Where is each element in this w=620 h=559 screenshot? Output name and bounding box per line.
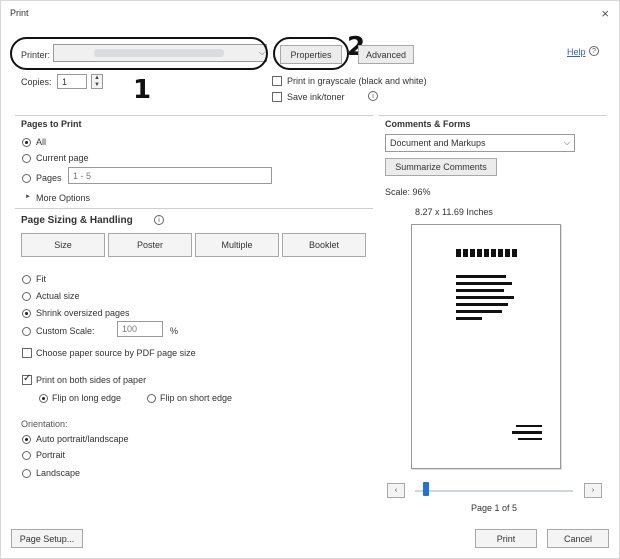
info-icon[interactable]: i: [368, 91, 378, 101]
portrait-radio[interactable]: [22, 451, 31, 460]
flip-long-edge-label: Flip on long edge: [52, 393, 122, 403]
cancel-button[interactable]: Cancel: [547, 529, 609, 548]
poster-button[interactable]: Poster: [108, 233, 192, 257]
stepper-down-icon[interactable]: ▼: [92, 82, 102, 89]
next-page-button[interactable]: ›: [584, 483, 602, 498]
window-title: Print: [10, 8, 29, 18]
flip-short-edge-radio[interactable]: [147, 394, 156, 403]
portrait-label: Portrait: [36, 450, 66, 460]
auto-orientation-label: Auto portrait/landscape: [36, 434, 129, 444]
copies-input[interactable]: 1: [57, 74, 87, 89]
page-sizing-heading: Page Sizing & Handling: [21, 215, 133, 226]
pages-range-input[interactable]: 1 - 5: [68, 167, 272, 184]
fit-label: Fit: [36, 274, 46, 284]
both-sides-checkbox[interactable]: [22, 373, 32, 385]
page-preview: [411, 224, 561, 469]
landscape-label: Landscape: [36, 468, 81, 478]
previous-page-button[interactable]: ‹: [387, 483, 405, 498]
info-icon[interactable]: i: [154, 215, 164, 225]
triangle-right-icon[interactable]: ►: [25, 194, 31, 200]
scale-readout: Scale: 96%: [385, 187, 431, 197]
preview-text-block: [456, 275, 506, 278]
paper-source-label: Choose paper source by PDF page size: [36, 348, 196, 358]
chevron-left-icon: ‹: [394, 487, 398, 494]
page-slider-thumb[interactable]: [422, 482, 429, 496]
comments-forms-value: Document and Markups: [390, 138, 486, 148]
shrink-oversized-label: Shrink oversized pages: [36, 308, 130, 318]
page-setup-button[interactable]: Page Setup...: [11, 529, 83, 548]
print-button[interactable]: Print: [475, 529, 537, 548]
help-link[interactable]: Help: [567, 47, 586, 57]
save-ink-label: Save ink/toner: [287, 92, 345, 102]
copies-label: Copies:: [21, 77, 52, 87]
section-divider: [379, 115, 607, 116]
advanced-button[interactable]: Advanced: [358, 45, 414, 64]
title-bar: Print ×: [1, 1, 620, 29]
custom-scale-radio[interactable]: [22, 327, 31, 336]
save-ink-checkbox[interactable]: [272, 92, 282, 102]
page-indicator: Page 1 of 5: [471, 503, 518, 513]
actual-size-label: Actual size: [36, 291, 80, 301]
orientation-heading: Orientation:: [21, 419, 68, 429]
section-divider: [15, 208, 373, 209]
paper-source-checkbox[interactable]: [22, 348, 32, 358]
both-sides-label: Print on both sides of paper: [36, 375, 147, 385]
preview-text-block: [512, 431, 542, 434]
preview-text-block: [456, 317, 482, 320]
custom-scale-label: Custom Scale:: [36, 326, 95, 336]
callout-oval-properties: [273, 37, 349, 70]
flip-short-edge-label: Flip on short edge: [160, 393, 233, 403]
pages-radio[interactable]: [22, 174, 31, 183]
preview-text-block: [516, 425, 542, 427]
section-divider: [15, 115, 373, 116]
comments-forms-select[interactable]: Document and Markups: [385, 134, 575, 152]
copies-stepper[interactable]: ▲ ▼: [91, 74, 103, 89]
shrink-oversized-radio[interactable]: [22, 309, 31, 318]
current-page-label: Current page: [36, 153, 89, 163]
more-options-link[interactable]: More Options: [36, 193, 90, 203]
help-circle-icon[interactable]: ?: [589, 46, 599, 56]
callout-number-1: 1: [133, 75, 152, 105]
all-pages-radio[interactable]: [22, 138, 31, 147]
booklet-button[interactable]: Booklet: [282, 233, 366, 257]
preview-text-block: [518, 438, 542, 440]
preview-text-block: [456, 249, 518, 257]
grayscale-checkbox[interactable]: [272, 76, 282, 86]
size-button[interactable]: Size: [21, 233, 105, 257]
summarize-comments-button[interactable]: Summarize Comments: [385, 158, 497, 176]
preview-text-block: [456, 310, 502, 313]
chevron-down-icon[interactable]: ⌵: [564, 138, 570, 148]
fit-radio[interactable]: [22, 275, 31, 284]
grayscale-label: Print in grayscale (black and white): [287, 76, 427, 86]
preview-text-block: [456, 303, 508, 306]
custom-scale-input[interactable]: 100: [117, 321, 163, 337]
callout-oval-printer: [10, 37, 268, 70]
pages-to-print-heading: Pages to Print: [21, 119, 82, 129]
page-slider-track[interactable]: [415, 490, 573, 492]
chevron-right-icon: ›: [591, 487, 595, 494]
preview-text-block: [456, 296, 514, 299]
all-pages-label: All: [36, 137, 47, 147]
multiple-button[interactable]: Multiple: [195, 233, 279, 257]
close-icon[interactable]: ×: [601, 6, 609, 21]
comments-forms-heading: Comments & Forms: [385, 119, 471, 129]
pages-label: Pages: [36, 173, 62, 183]
auto-orientation-radio[interactable]: [22, 435, 31, 444]
actual-size-radio[interactable]: [22, 292, 31, 301]
percent-label: %: [170, 326, 179, 336]
preview-text-block: [456, 282, 512, 285]
page-dimensions: 8.27 x 11.69 Inches: [415, 207, 493, 217]
current-page-radio[interactable]: [22, 154, 31, 163]
print-dialog: Print × Printer: ⌵ Properties 2 Advanced…: [0, 0, 620, 559]
landscape-radio[interactable]: [22, 469, 31, 478]
preview-text-block: [456, 289, 504, 292]
flip-long-edge-radio[interactable]: [39, 394, 48, 403]
